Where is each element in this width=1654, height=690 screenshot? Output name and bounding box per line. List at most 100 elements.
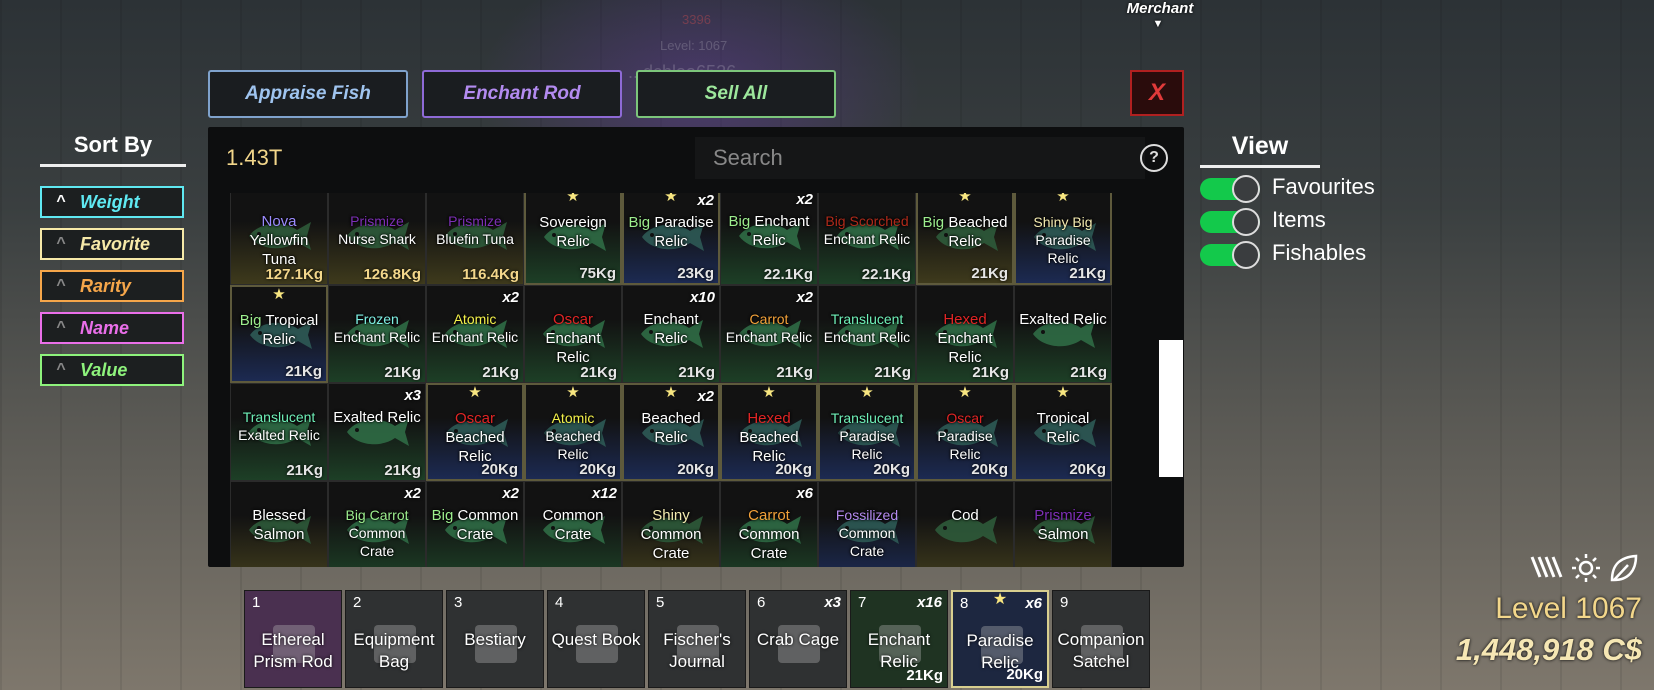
hotbar-slot-8[interactable]: 8 ★ x6 Paradise Relic 20Kg [951, 590, 1049, 688]
item-weight: 21Kg [972, 364, 1009, 381]
inventory-slot[interactable]: Prismize Nurse Shark 126.8Kg [328, 193, 426, 285]
inventory-slot[interactable]: Blessed Salmon [230, 481, 328, 567]
item-mutation: Big [628, 214, 651, 231]
inventory-slot[interactable]: Shiny Common Crate [622, 481, 720, 567]
item-base-name: Enchant Relic [823, 329, 911, 345]
inventory-slot[interactable]: ★ Big Tropical Relic 21Kg [230, 285, 328, 383]
item-base-name: Tropical Relic [262, 312, 319, 348]
close-button[interactable]: X [1130, 70, 1184, 116]
inventory-slot[interactable]: ★ Atomic Beached Relic 20Kg [524, 383, 622, 481]
inventory-slot[interactable]: ★ x2 Big Paradise Relic 23Kg [622, 193, 720, 285]
item-quantity: x3 [404, 387, 421, 404]
toggle-items[interactable] [1200, 208, 1260, 236]
inventory-slot[interactable]: x2 Big Carrot Common Crate [328, 481, 426, 567]
item-weight: 22.1Kg [861, 266, 911, 283]
hotbar-item-label: Bestiary [464, 630, 526, 649]
item-base-name: Sovereign Relic [539, 214, 607, 250]
toggle-favourites[interactable] [1200, 175, 1260, 203]
favorite-star-icon: ★ [958, 193, 972, 205]
item-weight: 21Kg [580, 364, 617, 381]
inventory-slot[interactable]: ★ Hexed Beached Relic 20Kg [720, 383, 818, 481]
inventory-slot[interactable]: Translucent Enchant Relic 21Kg [818, 285, 916, 383]
enchant-rod-button[interactable]: Enchant Rod [422, 70, 622, 118]
appraise-fish-button[interactable]: Appraise Fish [208, 70, 408, 118]
inventory-slot[interactable]: ★ Oscar Paradise Relic 20Kg [916, 383, 1014, 481]
inventory-slot[interactable]: x6 Carrot Common Crate [720, 481, 818, 567]
inventory-grid: Nova Yellowfin Tuna 127.1Kg Prismize Nurse… [230, 193, 1160, 567]
inventory-slot[interactable]: Prismize Salmon [1014, 481, 1112, 567]
sun-icon [1572, 554, 1600, 582]
inventory-slot[interactable]: Oscar Enchant Relic 21Kg [524, 285, 622, 383]
sort-rarity-button[interactable]: ^ Rarity [40, 270, 184, 302]
favorite-star-icon: ★ [860, 384, 874, 401]
hotbar-slot-9[interactable]: 9 Companion Satchel [1052, 590, 1150, 688]
inventory-slot[interactable]: Translucent Exalted Relic 21Kg [230, 383, 328, 481]
item-weight: 21Kg [285, 363, 322, 380]
scrollbar-thumb[interactable] [1159, 340, 1183, 477]
inventory-slot[interactable]: Cod [916, 481, 1014, 567]
inventory-slot[interactable]: x3 Exalted Relic 21Kg [328, 383, 426, 481]
item-base-name: Beached Relic [948, 214, 1008, 250]
inventory-slot[interactable]: x2 Atomic Enchant Relic 21Kg [426, 285, 524, 383]
sort-name-button[interactable]: ^ Name [40, 312, 184, 344]
inventory-slot[interactable]: Prismize Bluefin Tuna 116.4Kg [426, 193, 524, 285]
inventory-slot[interactable]: ★ Big Beached Relic 21Kg [916, 193, 1014, 285]
item-name: Prismize Bluefin Tuna [429, 212, 521, 248]
hotbar-slot-5[interactable]: 5 Fischer's Journal [648, 590, 746, 688]
inventory-slot[interactable]: Frozen Enchant Relic 21Kg [328, 285, 426, 383]
item-name: Big Common Crate [429, 506, 521, 544]
inventory-slot[interactable]: Nova Yellowfin Tuna 127.1Kg [230, 193, 328, 285]
item-weight: 20Kg [971, 461, 1008, 478]
item-name: Big Enchant Relic [723, 212, 815, 250]
hotbar-slot-number: 4 [555, 594, 564, 611]
toggle-label: Fishables [1272, 240, 1367, 265]
toggle-fishables[interactable] [1200, 241, 1260, 269]
item-mutation: Big [922, 214, 945, 231]
inventory-slot[interactable]: x2 Big Common Crate [426, 481, 524, 567]
hotbar-item-label: Ethereal Prism Rod [253, 630, 333, 671]
hotbar-slot-7[interactable]: 7 x16 Enchant Relic 21Kg [850, 590, 948, 688]
inventory-slot[interactable]: Big Scorched Enchant Relic 22.1Kg [818, 193, 916, 285]
sell-all-button[interactable]: Sell All [636, 70, 836, 118]
item-name: Oscar Enchant Relic [527, 310, 619, 367]
help-icon[interactable]: ? [1140, 144, 1168, 172]
inventory-slot[interactable]: ★ Translucent Paradise Relic 20Kg [818, 383, 916, 481]
inventory-slot[interactable]: Hexed Enchant Relic 21Kg [916, 285, 1014, 383]
sort-weight-button[interactable]: ^ Weight [40, 186, 184, 218]
inventory-slot[interactable]: x2 Big Enchant Relic 22.1Kg [720, 193, 818, 285]
item-weight: 22.1Kg [763, 266, 813, 283]
item-name: Nova Yellowfin Tuna [233, 212, 325, 269]
world-faint-number: 3396 [682, 12, 711, 27]
inventory-slot[interactable]: ★ Sovereign Relic 75Kg [524, 193, 622, 285]
inventory-slot[interactable]: ★ Oscar Beached Relic 20Kg [426, 383, 524, 481]
search-input[interactable]: Search [695, 137, 1145, 179]
inventory-slot[interactable]: Fossilized Common Crate [818, 481, 916, 567]
inventory-slot[interactable]: x10 Enchant Relic 21Kg [622, 285, 720, 383]
hotbar-slot-number: 2 [353, 594, 362, 611]
item-name: Tropical Relic [1018, 409, 1108, 447]
inventory-slot[interactable]: Exalted Relic 21Kg [1014, 285, 1112, 383]
hotbar-slot-6[interactable]: 6 x3 Crab Cage [749, 590, 847, 688]
hotbar-slot-4[interactable]: 4 Quest Book [547, 590, 645, 688]
item-name: Hexed Beached Relic [724, 409, 814, 466]
hotbar-item-label: Crab Cage [756, 630, 840, 649]
inventory-slot[interactable]: ★ x2 Beached Relic 20Kg [622, 383, 720, 481]
item-base-name: Paradise Relic [937, 428, 993, 462]
inventory-slot[interactable]: x2 Carrot Enchant Relic 21Kg [720, 285, 818, 383]
hotbar-slot-3[interactable]: 3 Bestiary [446, 590, 544, 688]
favorite-star-icon: ★ [272, 286, 286, 303]
inventory-slot[interactable]: x12 Common Crate [524, 481, 622, 567]
item-base-name: Yellowfin Tuna [249, 232, 309, 268]
item-name: Exalted Relic [331, 408, 423, 427]
item-base-name: Enchant Relic [545, 330, 601, 366]
inventory-slot[interactable]: ★ Tropical Relic 20Kg [1014, 383, 1112, 481]
item-name: Translucent Enchant Relic [821, 310, 913, 346]
merchant-label: Merchant [1126, 0, 1194, 17]
hotbar-slot-1[interactable]: 1 Ethereal Prism Rod [244, 590, 342, 688]
inventory-slot[interactable]: ★ Shiny Big Paradise Relic 21Kg [1014, 193, 1112, 285]
sort-value-button[interactable]: ^ Value [40, 354, 184, 386]
hotbar-slot-2[interactable]: 2 Equipment Bag [345, 590, 443, 688]
sort-by-title: Sort By [40, 132, 186, 167]
item-weight: 21Kg [482, 364, 519, 381]
sort-favorite-button[interactable]: ^ Favorite [40, 228, 184, 260]
